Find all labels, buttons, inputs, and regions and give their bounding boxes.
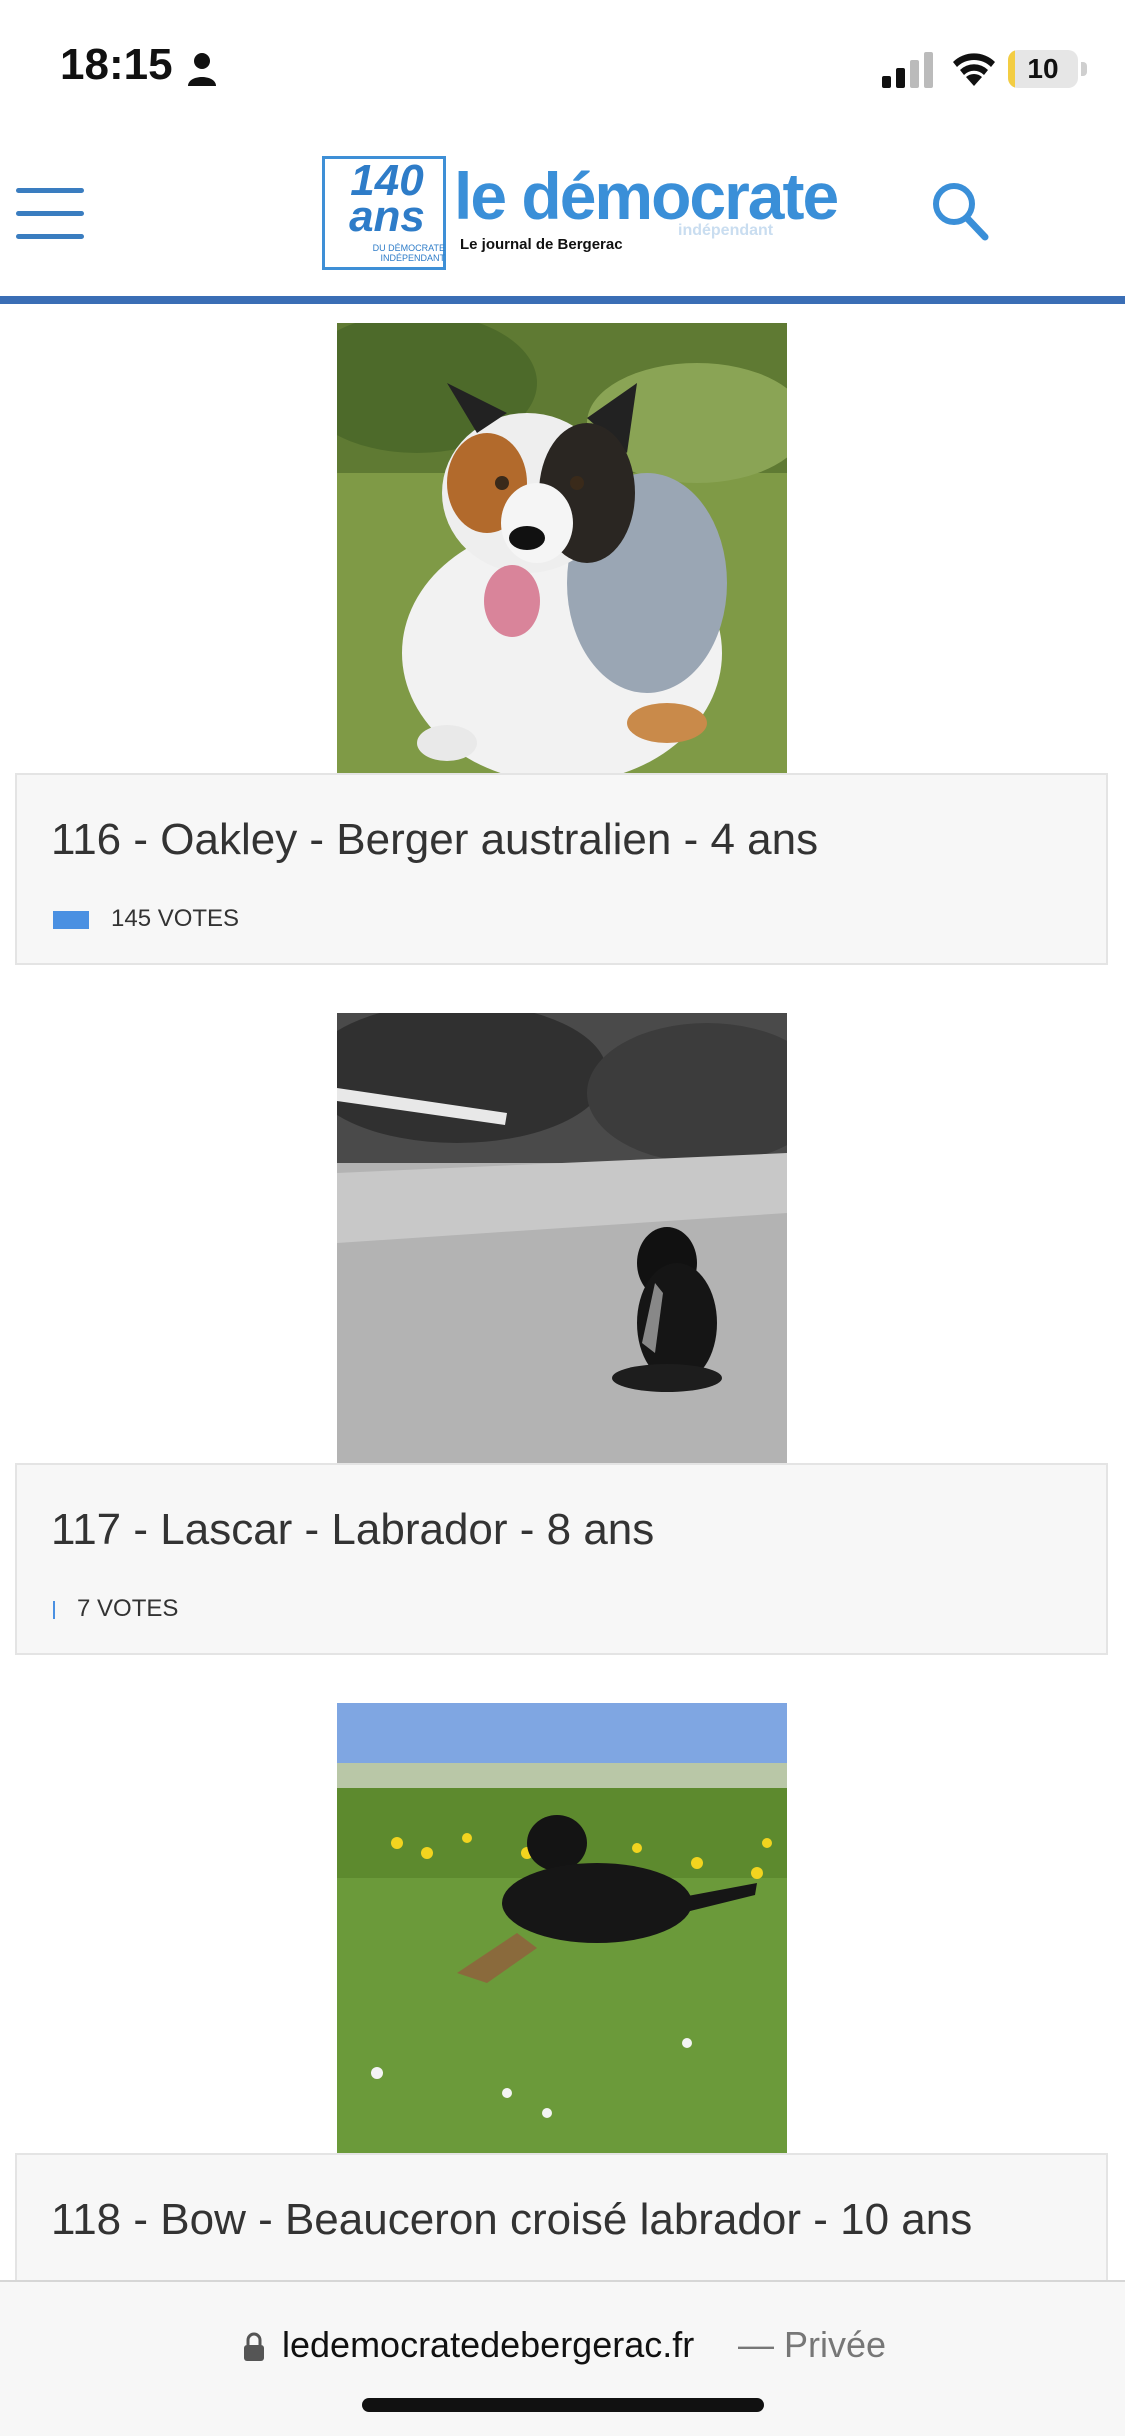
- anniversary-badge: 140 ans DU DÉMOCRATE INDÉPENDANT: [322, 156, 446, 270]
- vote-bar: [53, 1601, 55, 1619]
- battery-percent: 10: [1027, 53, 1059, 84]
- battery-indicator: 10: [1008, 50, 1078, 88]
- entry-title: 116 - Oakley - Berger australien - 4 ans: [51, 815, 819, 864]
- entry-title: 117 - Lascar - Labrador - 8 ans: [51, 1505, 655, 1554]
- logo-subtitle: Le journal de Bergerac: [460, 236, 623, 253]
- vote-count: 7 VOTES: [77, 1595, 179, 1622]
- cellular-signal-icon: [882, 52, 933, 88]
- private-browsing-label: — Privée: [738, 2324, 887, 2365]
- dog-photo-labrador: [337, 1013, 787, 1463]
- browser-address-bar[interactable]: ledemocratedebergerac.fr — Privée: [0, 2280, 1125, 2436]
- dog-photo-australian-shepherd: [337, 323, 787, 773]
- entry-photo-oakley[interactable]: [337, 323, 787, 773]
- header-divider: [0, 296, 1125, 304]
- wifi-icon: [953, 53, 995, 86]
- home-indicator[interactable]: [362, 2398, 764, 2412]
- vote-bar: [53, 911, 89, 929]
- search-icon[interactable]: [930, 180, 990, 242]
- status-bar: 18:15 10: [0, 0, 1125, 140]
- entry-title: 118 - Bow - Beauceron croisé labrador - …: [51, 2195, 973, 2244]
- url-text[interactable]: ledemocratedebergerac.fr: [282, 2324, 694, 2366]
- logo-title: le démocrate: [454, 159, 839, 233]
- status-time: 18:15: [60, 40, 173, 89]
- badge-word: ans: [349, 192, 425, 241]
- badge-small-text: DU DÉMOCRATE INDÉPENDANT: [372, 243, 445, 263]
- dog-photo-beauceron: [337, 1703, 787, 2153]
- vote-count: 145 VOTES: [111, 905, 240, 932]
- entry-photo-bow[interactable]: [337, 1703, 787, 2153]
- battery-cap: [1081, 62, 1087, 76]
- entry-photo-lascar[interactable]: [337, 1013, 787, 1463]
- lock-icon: [244, 2332, 264, 2361]
- site-header: 140 ans DU DÉMOCRATE INDÉPENDANT le démo…: [0, 140, 1125, 300]
- logo-tagline: indépendant: [678, 222, 774, 239]
- entry-card-116[interactable]: 116 - Oakley - Berger australien - 4 ans…: [15, 773, 1108, 965]
- person-icon: [188, 53, 216, 86]
- hamburger-menu-icon[interactable]: [16, 188, 84, 240]
- site-logo[interactable]: 140 ans DU DÉMOCRATE INDÉPENDANT le démo…: [322, 156, 839, 276]
- entry-card-117[interactable]: 117 - Lascar - Labrador - 8 ans 7 VOTES: [15, 1463, 1108, 1655]
